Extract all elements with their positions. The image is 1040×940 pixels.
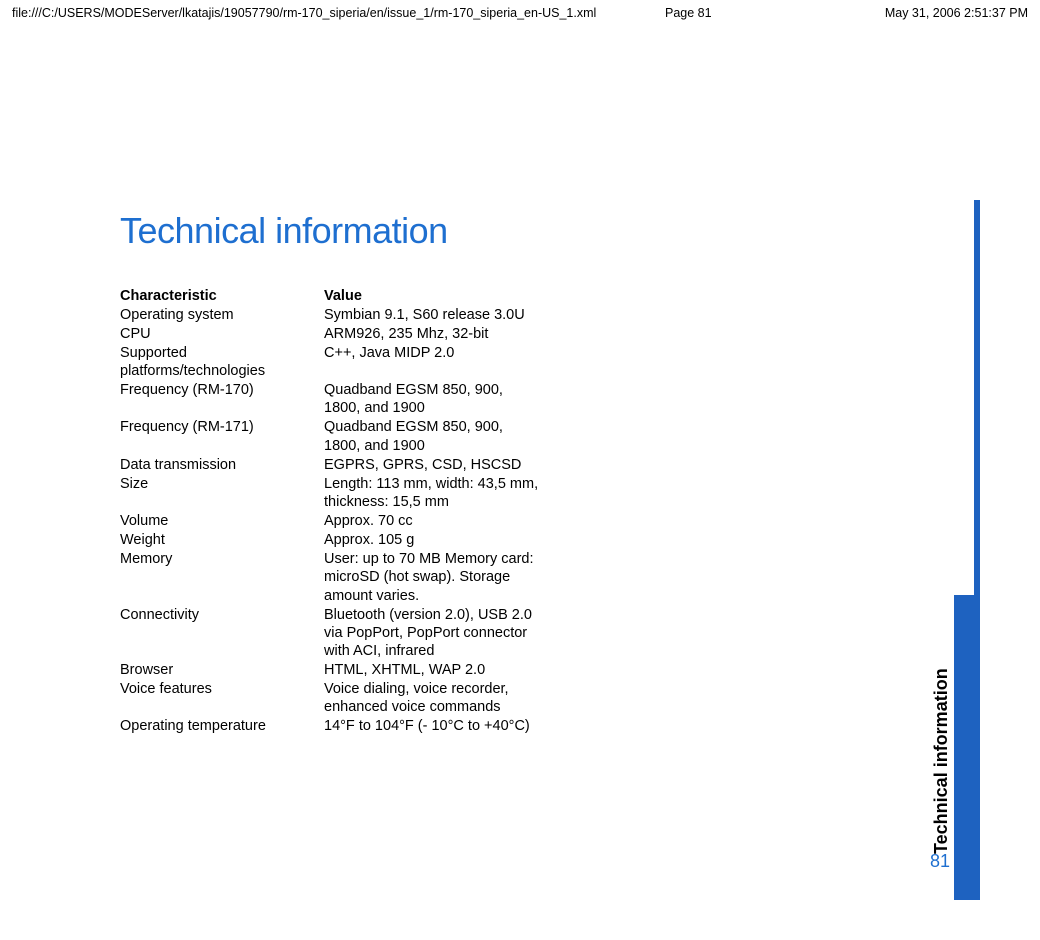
table-row: Data transmission EGPRS, GPRS, CSD, HSCS… (120, 455, 540, 474)
spec-label: Connectivity (120, 605, 324, 660)
spec-label: Frequency (RM-171) (120, 418, 324, 455)
spec-label: Supported platforms/technologies (120, 343, 324, 380)
spec-value: Symbian 9.1, S60 release 3.0U (324, 305, 540, 324)
spec-value: Approx. 70 cc (324, 512, 540, 531)
spec-label: Data transmission (120, 455, 324, 474)
table-row: Browser HTML, XHTML, WAP 2.0 (120, 661, 540, 680)
table-row: Supported platforms/technologies C++, Ja… (120, 343, 540, 380)
table-row: Operating temperature 14°F to 104°F (- 1… (120, 717, 540, 736)
spec-label: Frequency (RM-170) (120, 381, 324, 418)
table-row: CPU ARM926, 235 Mhz, 32-bit (120, 324, 540, 343)
page-label: Page 81 (665, 6, 712, 20)
table-row: Frequency (RM-170) Quadband EGSM 850, 90… (120, 381, 540, 418)
spec-label: Memory (120, 550, 324, 605)
spec-value: C++, Java MIDP 2.0 (324, 343, 540, 380)
table-row: Connectivity Bluetooth (version 2.0), US… (120, 605, 540, 660)
spec-value: 14°F to 104°F (- 10°C to +40°C) (324, 717, 540, 736)
spec-label: Size (120, 474, 324, 511)
side-tab-lower-bar (954, 595, 980, 900)
file-path: file:///C:/USERS/MODEServer/lkatajis/190… (12, 6, 596, 20)
content-area: Technical information Characteristic Val… (120, 210, 540, 736)
spec-value: Bluetooth (version 2.0), USB 2.0 via Pop… (324, 605, 540, 660)
page-title: Technical information (120, 210, 540, 252)
table-row: Size Length: 113 mm, width: 43,5 mm, thi… (120, 474, 540, 511)
spec-label: Volume (120, 512, 324, 531)
table-row: Memory User: up to 70 MB Memory card: mi… (120, 550, 540, 605)
side-tab: Technical information (958, 200, 980, 900)
spec-label: CPU (120, 324, 324, 343)
spec-table: Characteristic Value Operating system Sy… (120, 286, 540, 736)
spec-value: Quadband EGSM 850, 900, 1800, and 1900 (324, 418, 540, 455)
spec-label: Operating system (120, 305, 324, 324)
spec-label: Operating temperature (120, 717, 324, 736)
table-header-row: Characteristic Value (120, 286, 540, 305)
spec-value: Length: 113 mm, width: 43,5 mm, thicknes… (324, 474, 540, 511)
spec-value: Quadband EGSM 850, 900, 1800, and 1900 (324, 381, 540, 418)
spec-value: ARM926, 235 Mhz, 32-bit (324, 324, 540, 343)
table-row: Frequency (RM-171) Quadband EGSM 850, 90… (120, 418, 540, 455)
table-row: Voice features Voice dialing, voice reco… (120, 680, 540, 717)
table-row: Operating system Symbian 9.1, S60 releas… (120, 305, 540, 324)
table-row: Weight Approx. 105 g (120, 531, 540, 550)
spec-value: EGPRS, GPRS, CSD, HSCSD (324, 455, 540, 474)
page-number: 81 (930, 851, 950, 872)
print-date: May 31, 2006 2:51:37 PM (885, 6, 1028, 20)
header-characteristic: Characteristic (120, 286, 324, 305)
spec-label: Voice features (120, 680, 324, 717)
spec-value: Approx. 105 g (324, 531, 540, 550)
spec-value: Voice dialing, voice recorder, enhanced … (324, 680, 540, 717)
side-tab-label: Technical information (931, 668, 952, 854)
spec-value: User: up to 70 MB Memory card: microSD (… (324, 550, 540, 605)
side-tab-upper-bar (974, 200, 980, 595)
spec-label: Weight (120, 531, 324, 550)
spec-label: Browser (120, 661, 324, 680)
header-value: Value (324, 286, 540, 305)
page-frame: Technical information Characteristic Val… (12, 30, 1028, 930)
table-row: Volume Approx. 70 cc (120, 512, 540, 531)
spec-value: HTML, XHTML, WAP 2.0 (324, 661, 540, 680)
